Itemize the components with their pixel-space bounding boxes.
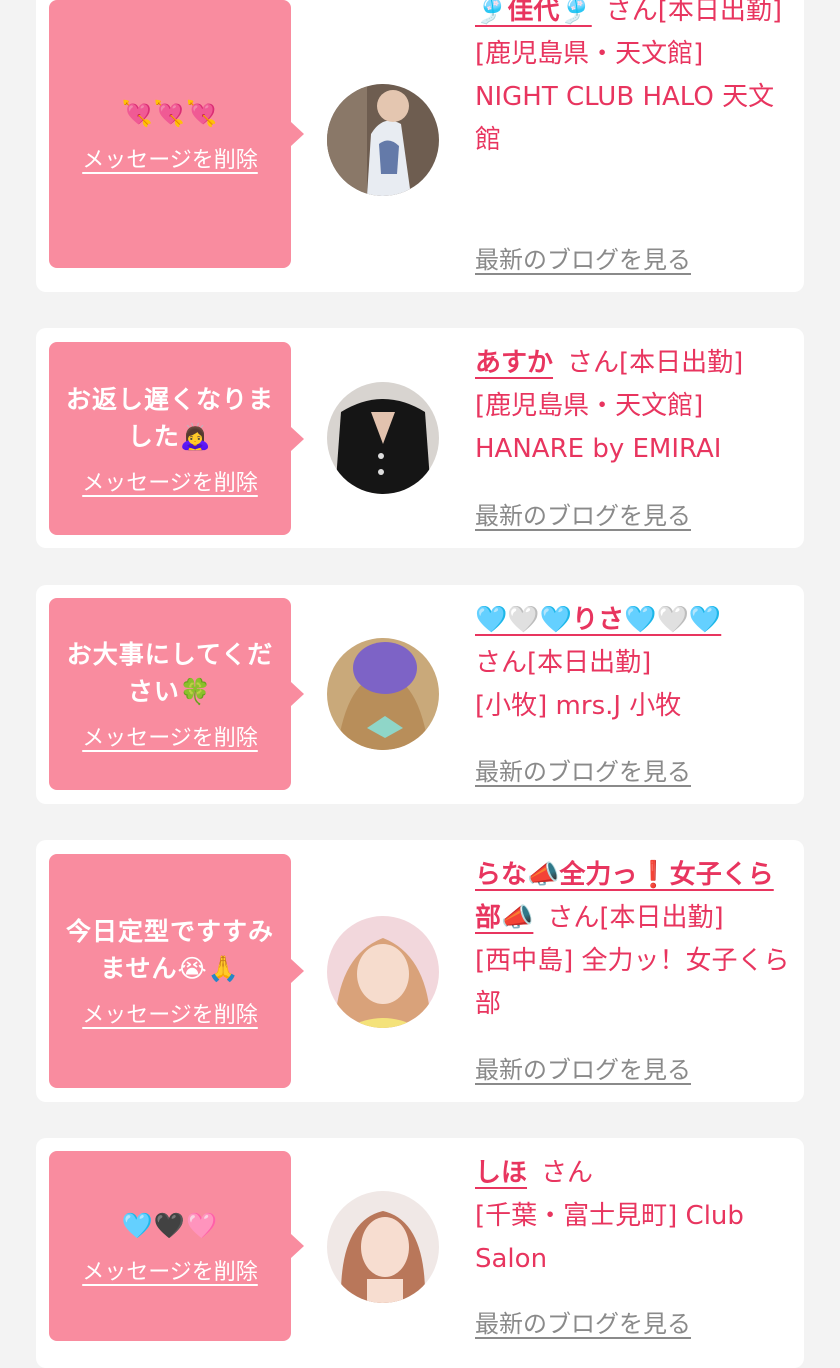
avatar[interactable]	[327, 1191, 439, 1303]
message-bubble: 🩵🖤🩷 メッセージを削除	[49, 1151, 304, 1341]
delete-message-link[interactable]: メッセージを削除	[82, 997, 258, 1029]
delete-message-link[interactable]: メッセージを削除	[82, 142, 258, 174]
san-suffix: さん	[541, 1158, 594, 1188]
latest-blog-link[interactable]: 最新のブログを見る	[475, 240, 691, 275]
message-card: 💘💘💘 メッセージを削除 🎐佳代🎐 さん[本日出勤] [鹿児島県・天文館] NIG…	[36, 0, 804, 292]
status-text: [本日出勤]	[599, 903, 724, 933]
message-bubble: 💘💘💘 メッセージを削除	[49, 0, 304, 268]
girl-name-link[interactable]: あすか	[475, 348, 553, 378]
san-suffix: さん	[547, 903, 600, 933]
avatar[interactable]	[327, 382, 439, 494]
message-bubble: お大事にしてください🍀 メッセージを削除	[49, 598, 304, 790]
message-card: 🩵🖤🩷 メッセージを削除 しほ さん [千葉・富士見町] Club Salon 最…	[36, 1138, 804, 1368]
message-bubble: 今日定型ですすみません😭🙏 メッセージを削除	[49, 854, 304, 1088]
status-text: [本日出勤]	[619, 348, 744, 378]
san-suffix: さん	[567, 348, 620, 378]
latest-blog-link[interactable]: 最新のブログを見る	[475, 496, 691, 531]
message-text: お返し遅くなりました🙇‍♀️	[65, 384, 274, 451]
san-suffix: さん	[475, 648, 528, 678]
message-card: お返し遅くなりました🙇‍♀️ メッセージを削除 あすか さん[本日出勤] [鹿児島…	[36, 328, 804, 548]
shop-text: [小牧] mrs.J 小牧	[475, 691, 682, 721]
avatar[interactable]	[327, 916, 439, 1028]
message-card: 今日定型ですすみません😭🙏 メッセージを削除 らな📣全力っ❗️女子くら部📣 さん[…	[36, 840, 804, 1102]
avatar[interactable]	[327, 638, 439, 750]
card-info: らな📣全力っ❗️女子くら部📣 さん[本日出勤] [西中島] 全力ッ！女子くら部	[475, 854, 793, 1026]
delete-message-link[interactable]: メッセージを削除	[82, 720, 258, 752]
shop-text: [西中島] 全力ッ！女子くら部	[475, 946, 790, 1019]
girl-name-link[interactable]: しほ	[475, 1158, 527, 1188]
delete-message-link[interactable]: メッセージを削除	[82, 1254, 258, 1286]
message-text: お大事にしてください🍀	[66, 640, 274, 706]
status-text: [本日出勤]	[657, 0, 783, 26]
message-card: お大事にしてください🍀 メッセージを削除 🩵🤍🩵りさ🩵🤍🩵 さん[本日出勤] […	[36, 585, 804, 804]
card-info: あすか さん[本日出勤] [鹿児島県・天文館] HANARE by EMIRAI	[475, 342, 793, 471]
message-text: 🩵🖤🩷	[121, 1210, 219, 1240]
avatar[interactable]	[327, 84, 439, 196]
latest-blog-link[interactable]: 最新のブログを見る	[475, 1050, 691, 1085]
card-info: しほ さん [千葉・富士見町] Club Salon	[475, 1152, 793, 1281]
message-text: 今日定型ですすみません😭🙏	[65, 917, 274, 983]
card-info: 🎐佳代🎐 さん[本日出勤] [鹿児島県・天文館] NIGHT CLUB HALO …	[475, 0, 793, 162]
message-text: 💘💘💘	[121, 98, 219, 128]
status-text: [本日出勤]	[527, 648, 652, 678]
shop-text: [鹿児島県・天文館] NIGHT CLUB HALO 天文館	[475, 39, 775, 155]
delete-message-link[interactable]: メッセージを削除	[82, 465, 258, 497]
message-bubble: お返し遅くなりました🙇‍♀️ メッセージを削除	[49, 342, 304, 535]
card-info: 🩵🤍🩵りさ🩵🤍🩵 さん[本日出勤] [小牧] mrs.J 小牧	[475, 599, 793, 728]
girl-name-link[interactable]: 🩵🤍🩵りさ🩵🤍🩵	[475, 605, 721, 635]
girl-name-link[interactable]: 🎐佳代🎐	[475, 0, 592, 26]
latest-blog-link[interactable]: 最新のブログを見る	[475, 1304, 691, 1339]
latest-blog-link[interactable]: 最新のブログを見る	[475, 752, 691, 787]
shop-text: [鹿児島県・天文館] HANARE by EMIRAI	[475, 391, 722, 464]
shop-text: [千葉・富士見町] Club Salon	[475, 1201, 744, 1274]
san-suffix: さん	[605, 0, 658, 26]
